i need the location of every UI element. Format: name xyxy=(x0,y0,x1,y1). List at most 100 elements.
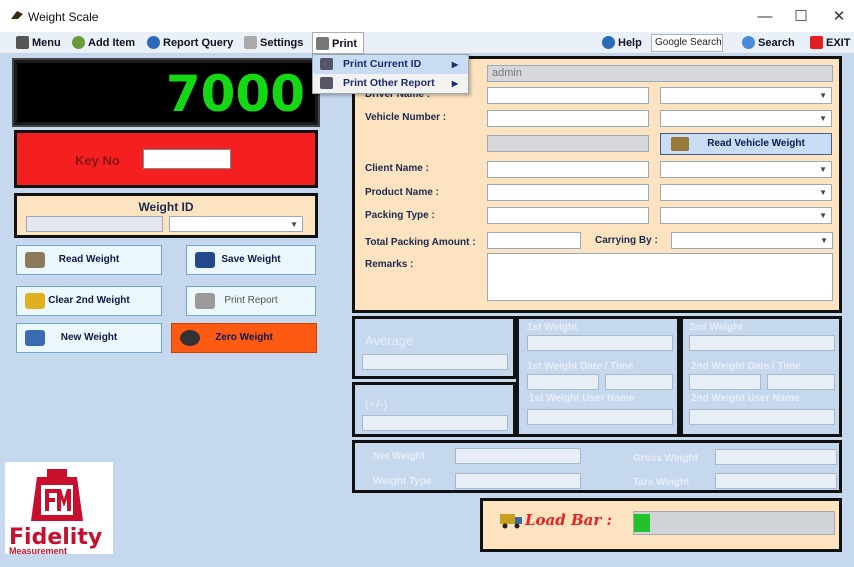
maximize-button[interactable]: ☐ xyxy=(786,6,816,28)
save-weight-label: Save Weight xyxy=(221,254,281,265)
total-packing-label: Total Packing Amount : xyxy=(365,237,476,248)
tare-weight-input xyxy=(715,473,837,489)
product-name-label: Product Name : xyxy=(365,187,439,198)
menu-report-query[interactable]: Report Query xyxy=(147,32,233,54)
plusminus-input xyxy=(362,415,508,431)
new-weight-label: New Weight xyxy=(60,332,118,343)
totals-panel: Net Weight Weight Type Gross Weight Tare… xyxy=(352,440,842,493)
driver-name-select[interactable]: ▼ xyxy=(660,87,832,104)
menu-report-query-label: Report Query xyxy=(163,37,234,49)
read-vehicle-weight-label: Read Vehicle Weight xyxy=(707,138,805,149)
report-query-icon xyxy=(147,36,160,49)
carrying-by-label: Carrying By : xyxy=(595,235,658,246)
plusminus-label: (+/-) xyxy=(365,397,388,411)
print-current-id-item[interactable]: Print Current ID ▶ xyxy=(313,55,468,74)
help-icon xyxy=(602,36,615,49)
chevron-down-icon: ▼ xyxy=(819,211,827,220)
chevron-down-icon: ▼ xyxy=(819,188,827,197)
packing-type-select[interactable]: ▼ xyxy=(660,207,832,224)
print-other-report-item[interactable]: Print Other Report ▶ xyxy=(313,74,468,93)
first-weight-date-label: 1st Weight Date / Time xyxy=(527,361,634,372)
logo-subtitle: Measurement xyxy=(9,546,68,556)
read-vehicle-weight-button[interactable]: Read Vehicle Weight xyxy=(660,133,832,155)
read-weight-button[interactable]: Read Weight xyxy=(16,245,162,275)
client-name-label: Client Name : xyxy=(365,163,429,174)
client-name-select[interactable]: ▼ xyxy=(660,161,832,178)
minimize-button[interactable]: — xyxy=(750,6,780,28)
packing-type-input[interactable] xyxy=(487,207,649,224)
packing-type-label: Packing Type : xyxy=(365,210,435,221)
chevron-right-icon: ▶ xyxy=(451,60,458,69)
chevron-down-icon: ▼ xyxy=(290,220,298,229)
print-other-report-label: Print Other Report xyxy=(343,77,435,89)
exit-button[interactable]: EXIT xyxy=(810,32,850,54)
remarks-textarea[interactable] xyxy=(487,253,833,301)
product-name-input[interactable] xyxy=(487,184,649,201)
first-weight-panel: 1st Weight 1st Weight Date / Time 1st We… xyxy=(516,316,680,437)
second-weight-label: 2nd Weight xyxy=(689,322,743,333)
key-label: Key No xyxy=(75,153,120,168)
net-weight-label: Net Weight xyxy=(373,451,426,462)
truck-icon xyxy=(500,514,522,529)
driver-name-input[interactable] xyxy=(487,87,649,104)
close-button[interactable]: ✕ xyxy=(824,6,854,28)
second-weight-date-label: 2nd Weight Date / Time xyxy=(691,361,801,372)
menu-settings-label: Settings xyxy=(260,37,304,49)
search-input[interactable]: Google Search xyxy=(651,34,723,52)
logo-mark xyxy=(31,469,83,521)
menu-help[interactable]: Help xyxy=(602,32,642,54)
new-weight-button[interactable]: New Weight xyxy=(16,323,162,353)
menu-print[interactable]: Print xyxy=(312,32,365,54)
gross-weight-label: Gross Weight xyxy=(633,453,698,464)
weight-id-label: Weight ID xyxy=(138,200,194,214)
user-field: admin xyxy=(487,65,833,82)
first-weight-date-input xyxy=(527,374,599,390)
search-button-label: Search xyxy=(758,37,795,49)
first-weight-time-input xyxy=(605,374,673,390)
weight-type-input xyxy=(455,473,581,489)
load-bar-label: Load Bar : xyxy=(525,511,613,529)
title-bar: Weight Scale — ☐ ✕ xyxy=(0,0,854,32)
first-weight-input xyxy=(527,335,673,351)
exit-button-label: EXIT xyxy=(826,37,851,49)
first-weight-user-input xyxy=(527,409,673,425)
remarks-label: Remarks : xyxy=(365,259,414,270)
print-dropdown: Print Current ID ▶ Print Other Report ▶ xyxy=(312,54,469,94)
chevron-down-icon: ▼ xyxy=(819,114,827,123)
chevron-right-icon: ▶ xyxy=(451,79,458,88)
weight-display: 7000 xyxy=(12,58,320,127)
menu-settings[interactable]: Settings xyxy=(244,32,303,54)
search-button[interactable]: Search xyxy=(742,32,795,54)
exit-icon xyxy=(810,36,823,49)
second-weight-user-label: 2nd Weight User Name xyxy=(691,393,800,404)
client-name-input[interactable] xyxy=(487,161,649,178)
second-weight-user-input xyxy=(689,409,835,425)
menu-menu[interactable]: Menu xyxy=(16,32,61,54)
average-panel: Average xyxy=(352,316,516,379)
key-input[interactable] xyxy=(143,149,231,169)
chevron-down-icon: ▼ xyxy=(819,165,827,174)
vehicle-number-select[interactable]: ▼ xyxy=(660,110,832,127)
window-title: Weight Scale xyxy=(28,10,99,24)
save-weight-button[interactable]: Save Weight xyxy=(186,245,316,275)
clear-2nd-weight-button[interactable]: Clear 2nd Weight xyxy=(16,286,162,316)
vehicle-number-input[interactable] xyxy=(487,110,649,127)
chevron-down-icon: ▼ xyxy=(819,91,827,100)
print-report-button[interactable]: Print Report xyxy=(186,286,316,316)
chevron-down-icon: ▼ xyxy=(820,236,828,245)
weight-id-input[interactable] xyxy=(26,216,163,232)
menu-print-label: Print xyxy=(332,38,358,50)
menu-bar: Menu Add Item Report Query Settings Prin… xyxy=(0,32,854,54)
zero-weight-label: Zero Weight xyxy=(215,332,273,343)
menu-add-item[interactable]: Add Item xyxy=(72,32,135,54)
weight-id-select[interactable]: ▼ xyxy=(169,216,303,232)
total-packing-input[interactable] xyxy=(487,232,581,249)
second-weight-input xyxy=(689,335,835,351)
product-name-select[interactable]: ▼ xyxy=(660,184,832,201)
fidelity-logo: Fidelity Measurement xyxy=(5,462,113,556)
print-report-label: Print Report xyxy=(224,295,278,306)
zero-weight-button[interactable]: Zero Weight xyxy=(171,323,317,353)
truck-icon xyxy=(671,137,689,151)
carrying-by-select[interactable]: ▼ xyxy=(671,232,833,249)
menu-menu-label: Menu xyxy=(32,37,61,49)
